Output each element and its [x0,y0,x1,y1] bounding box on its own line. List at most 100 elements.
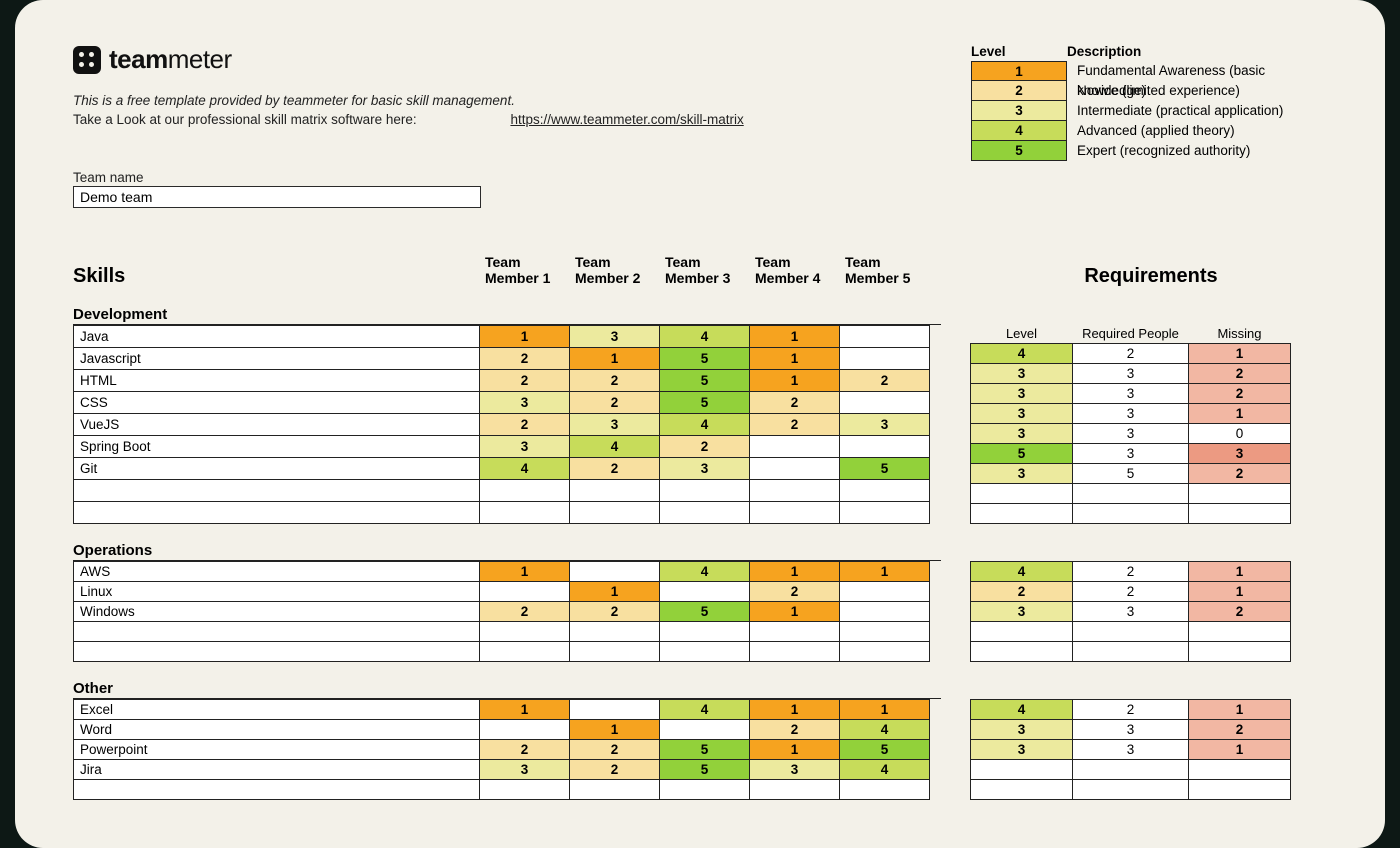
skill-level-cell[interactable]: 2 [570,370,660,392]
req-people-cell[interactable] [1073,759,1189,779]
skill-level-cell[interactable] [480,719,570,739]
skill-level-cell[interactable]: 2 [750,581,840,601]
req-missing-cell[interactable] [1189,483,1291,503]
req-people-cell[interactable]: 3 [1073,423,1189,443]
skill-level-cell[interactable]: 1 [840,561,930,581]
skill-level-cell[interactable] [840,779,930,799]
req-missing-cell[interactable]: 2 [1189,363,1291,383]
skill-level-cell[interactable] [480,641,570,661]
req-level-cell[interactable]: 3 [971,423,1073,443]
skill-level-cell[interactable]: 4 [570,435,660,457]
req-level-cell[interactable]: 4 [971,343,1073,363]
skill-level-cell[interactable]: 1 [750,348,840,370]
skill-level-cell[interactable]: 1 [750,699,840,719]
skill-level-cell[interactable] [570,479,660,501]
skill-name-cell[interactable]: AWS [74,561,480,581]
skill-level-cell[interactable]: 2 [570,392,660,414]
skill-level-cell[interactable] [480,581,570,601]
req-level-cell[interactable]: 3 [971,363,1073,383]
skill-level-cell[interactable] [570,641,660,661]
skill-level-cell[interactable] [660,779,750,799]
req-missing-cell[interactable] [1189,621,1291,641]
team-name-input[interactable]: Demo team [73,187,481,208]
skill-level-cell[interactable] [840,581,930,601]
skill-level-cell[interactable]: 2 [570,457,660,479]
skill-level-cell[interactable]: 1 [750,739,840,759]
skill-level-cell[interactable]: 3 [750,759,840,779]
req-missing-cell[interactable]: 1 [1189,343,1291,363]
req-level-cell[interactable] [971,759,1073,779]
req-level-cell[interactable]: 3 [971,739,1073,759]
skill-level-cell[interactable]: 1 [750,561,840,581]
skill-level-cell[interactable]: 2 [750,413,840,435]
skill-level-cell[interactable]: 2 [480,601,570,621]
skill-level-cell[interactable]: 1 [570,719,660,739]
req-people-cell[interactable]: 3 [1073,383,1189,403]
req-level-cell[interactable]: 3 [971,719,1073,739]
skill-level-cell[interactable]: 3 [480,392,570,414]
req-people-cell[interactable] [1073,483,1189,503]
req-people-cell[interactable]: 3 [1073,403,1189,423]
skill-level-cell[interactable]: 4 [660,699,750,719]
skill-level-cell[interactable]: 3 [660,457,750,479]
skill-level-cell[interactable] [480,501,570,523]
skill-name-cell[interactable] [74,479,480,501]
req-people-cell[interactable]: 3 [1073,719,1189,739]
req-missing-cell[interactable] [1189,779,1291,799]
skill-level-cell[interactable]: 5 [660,392,750,414]
skill-level-cell[interactable]: 3 [840,413,930,435]
req-missing-cell[interactable]: 1 [1189,403,1291,423]
req-missing-cell[interactable]: 1 [1189,581,1291,601]
skill-level-cell[interactable]: 5 [840,739,930,759]
skill-level-cell[interactable] [840,601,930,621]
skill-level-cell[interactable]: 5 [660,601,750,621]
skill-level-cell[interactable]: 1 [840,699,930,719]
skill-level-cell[interactable]: 4 [660,326,750,348]
skill-level-cell[interactable]: 2 [480,413,570,435]
skill-level-cell[interactable]: 2 [570,739,660,759]
skill-level-cell[interactable] [570,621,660,641]
skill-name-cell[interactable]: Powerpoint [74,739,480,759]
skill-level-cell[interactable] [750,779,840,799]
skill-level-cell[interactable]: 2 [660,435,750,457]
skill-matrix-link[interactable]: https://www.teammeter.com/skill-matrix [510,112,743,127]
skill-level-cell[interactable] [840,479,930,501]
skill-name-cell[interactable]: Java [74,326,480,348]
skill-level-cell[interactable] [660,501,750,523]
skill-level-cell[interactable] [840,501,930,523]
req-people-cell[interactable]: 3 [1073,601,1189,621]
skill-name-cell[interactable] [74,779,480,799]
req-level-cell[interactable]: 3 [971,403,1073,423]
skill-level-cell[interactable]: 1 [750,601,840,621]
skill-name-cell[interactable] [74,621,480,641]
req-missing-cell[interactable] [1189,503,1291,523]
skill-level-cell[interactable]: 2 [480,348,570,370]
skill-level-cell[interactable]: 3 [480,759,570,779]
skill-name-cell[interactable]: Git [74,457,480,479]
skill-level-cell[interactable]: 1 [750,370,840,392]
req-missing-cell[interactable]: 0 [1189,423,1291,443]
skill-level-cell[interactable] [840,621,930,641]
skill-level-cell[interactable]: 1 [480,699,570,719]
skill-level-cell[interactable]: 2 [750,392,840,414]
req-missing-cell[interactable]: 1 [1189,699,1291,719]
req-missing-cell[interactable]: 2 [1189,463,1291,483]
skill-level-cell[interactable] [840,326,930,348]
skill-level-cell[interactable] [840,641,930,661]
skill-level-cell[interactable]: 1 [570,348,660,370]
req-missing-cell[interactable]: 2 [1189,719,1291,739]
skill-level-cell[interactable] [750,435,840,457]
skill-name-cell[interactable] [74,641,480,661]
req-people-cell[interactable] [1073,503,1189,523]
skill-level-cell[interactable] [480,621,570,641]
skill-level-cell[interactable] [570,561,660,581]
skill-level-cell[interactable]: 1 [480,561,570,581]
skill-level-cell[interactable]: 2 [480,370,570,392]
req-missing-cell[interactable]: 2 [1189,601,1291,621]
skill-name-cell[interactable]: Windows [74,601,480,621]
skill-level-cell[interactable] [840,348,930,370]
skill-level-cell[interactable]: 5 [660,739,750,759]
req-level-cell[interactable]: 3 [971,601,1073,621]
skill-level-cell[interactable] [750,621,840,641]
req-missing-cell[interactable] [1189,641,1291,661]
